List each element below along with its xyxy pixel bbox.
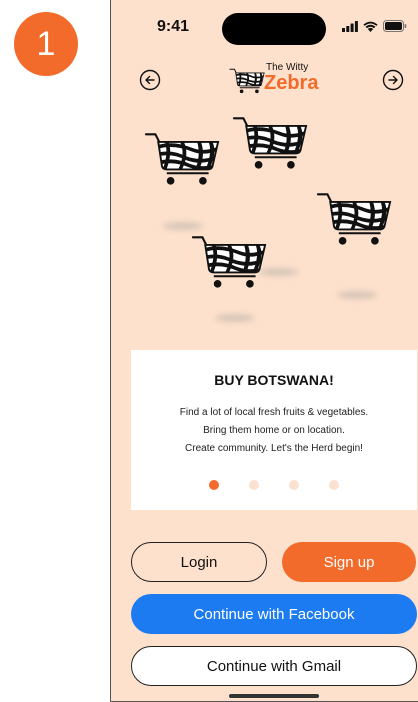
- pagination-dot-active[interactable]: [209, 480, 219, 490]
- status-time: 9:41: [157, 18, 190, 35]
- pagination-dot[interactable]: [249, 480, 259, 490]
- login-button[interactable]: Login: [131, 542, 267, 582]
- dynamic-island: [222, 13, 326, 45]
- signup-button[interactable]: Sign up: [282, 542, 416, 582]
- onboarding-card: BUY BOTSWANA! Find a lot of local fresh …: [131, 350, 417, 510]
- zebra-shopping-cart-icon: [191, 232, 267, 292]
- cart-shadow: [337, 291, 377, 299]
- status-icons: [342, 20, 407, 32]
- app-logo: The Witty Zebra: [229, 62, 329, 100]
- step-number-badge: 1: [14, 12, 78, 76]
- card-line: Find a lot of local fresh fruits & veget…: [179, 407, 369, 418]
- pagination-dot[interactable]: [289, 480, 299, 490]
- continue-with-facebook-button[interactable]: Continue with Facebook: [131, 594, 417, 634]
- card-line: Bring them home or on location.: [203, 425, 345, 436]
- nav-row: The Witty Zebra: [111, 62, 418, 102]
- zebra-shopping-cart-icon: [232, 113, 308, 173]
- zebra-shopping-cart-icon: [316, 189, 392, 249]
- card-title: BUY BOTSWANA!: [214, 372, 334, 388]
- zebra-shopping-cart-icon: [144, 129, 220, 189]
- zebra-cart-icon: [229, 66, 265, 96]
- battery-icon: [383, 20, 407, 32]
- cart-shadow: [163, 222, 203, 230]
- status-bar: 9:41: [111, 0, 418, 50]
- card-description: Find a lot of local fresh fruits & veget…: [131, 404, 417, 458]
- logo-name: Zebra: [264, 72, 319, 94]
- step-number: 1: [36, 24, 56, 63]
- cart-illustration: [111, 105, 418, 335]
- signal-icon: [342, 20, 358, 32]
- pagination-dot[interactable]: [329, 480, 339, 490]
- phone-screen: 9:41 The Witty Zebra BUY BOTSWANA! Find …: [110, 0, 418, 702]
- cart-shadow: [259, 268, 299, 276]
- arrow-right-circle-icon[interactable]: [382, 69, 404, 91]
- arrow-left-circle-icon[interactable]: [139, 69, 161, 91]
- pagination-dots: [131, 480, 417, 490]
- wifi-icon: [363, 21, 378, 32]
- continue-with-gmail-button[interactable]: Continue with Gmail: [131, 646, 417, 686]
- home-indicator[interactable]: [229, 694, 319, 698]
- cart-shadow: [215, 314, 255, 322]
- card-line: Create community. Let's the Herd begin!: [185, 443, 363, 454]
